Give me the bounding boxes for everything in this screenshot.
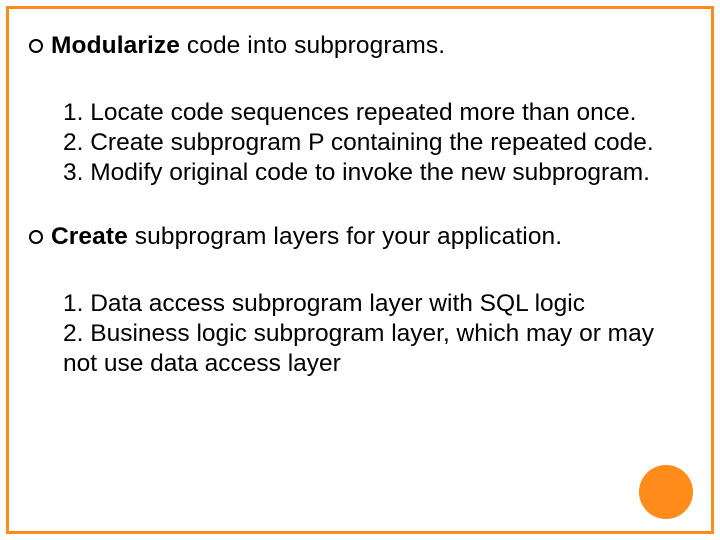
heading-rest: subprogram layers for your application.: [128, 223, 562, 250]
circle-bullet-icon: [29, 39, 43, 53]
heading-keyword: Create: [51, 223, 128, 250]
list-item: 3. Modify original code to invoke the ne…: [63, 158, 691, 188]
heading-text: Modularize code into subprograms.: [51, 31, 445, 60]
heading-row: Create subprogram layers for your applic…: [29, 222, 691, 251]
numbered-list: 1. Data access subprogram layer with SQL…: [29, 289, 691, 379]
slide-frame: Modularize code into subprograms. 1. Loc…: [6, 6, 714, 534]
section-modularize: Modularize code into subprograms. 1. Loc…: [29, 31, 691, 188]
decorative-dot-icon: [639, 465, 693, 519]
heading-rest: code into subprograms.: [180, 32, 445, 59]
heading-text: Create subprogram layers for your applic…: [51, 222, 562, 251]
section-create-layers: Create subprogram layers for your applic…: [29, 222, 691, 379]
heading-keyword: Modularize: [51, 32, 180, 59]
list-item: 2. Create subprogram P containing the re…: [63, 128, 691, 158]
numbered-list: 1. Locate code sequences repeated more t…: [29, 98, 691, 188]
list-item: 2. Business logic subprogram layer, whic…: [63, 319, 691, 379]
list-item: 1. Locate code sequences repeated more t…: [63, 98, 691, 128]
heading-row: Modularize code into subprograms.: [29, 31, 691, 60]
list-item: 1. Data access subprogram layer with SQL…: [63, 289, 691, 319]
circle-bullet-icon: [29, 230, 43, 244]
